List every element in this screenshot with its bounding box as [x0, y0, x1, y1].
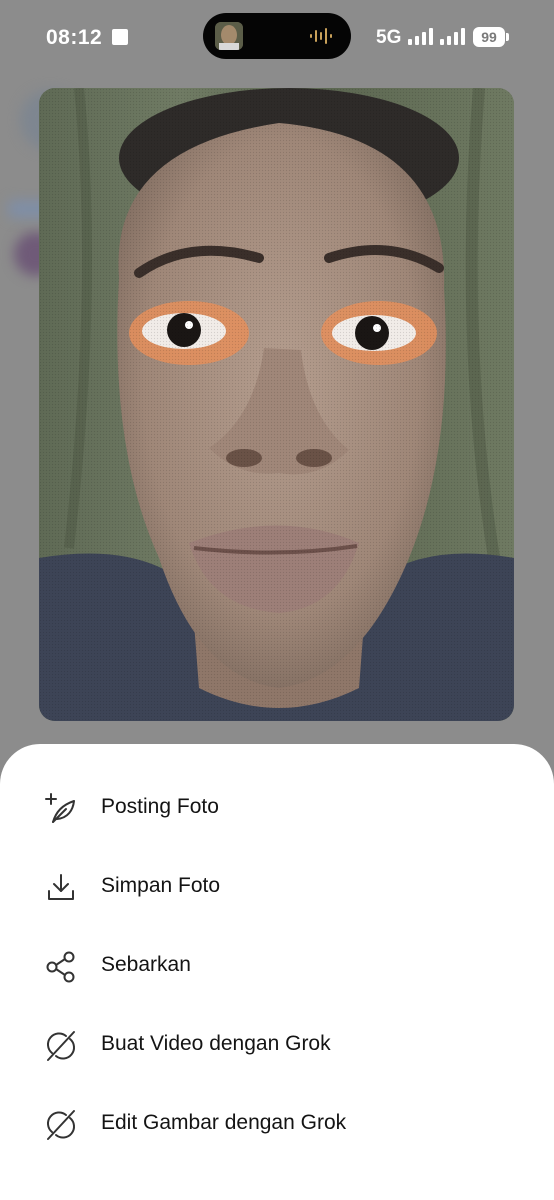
download-icon: [48, 874, 74, 900]
selfie-photo: [39, 88, 514, 721]
save-photo-item[interactable]: Simpan Foto: [0, 846, 554, 925]
post-photo-item[interactable]: Posting Foto: [0, 767, 554, 846]
status-bar: 08:12 5G 99: [0, 0, 554, 76]
photo-preview[interactable]: [39, 88, 514, 721]
clock: 08:12: [46, 26, 103, 49]
audio-wave-icon: [310, 28, 332, 44]
grok-edit-label: Edit Gambar dengan Grok: [101, 1111, 347, 1134]
signal-icon: [408, 28, 433, 45]
share-icon: [46, 951, 75, 983]
share-label: Sebarkan: [101, 953, 191, 976]
share-item[interactable]: Sebarkan: [0, 925, 554, 1004]
network-type: 5G: [376, 27, 402, 48]
grok-edit-item[interactable]: Edit Gambar dengan Grok: [0, 1083, 554, 1162]
action-sheet: Posting Foto Simpan Foto Sebarkan Buat V…: [0, 744, 554, 1200]
save-photo-label: Simpan Foto: [101, 874, 221, 897]
grok-icon: [47, 1031, 75, 1061]
screen-record-icon: [112, 29, 128, 45]
battery-icon: 99: [473, 27, 505, 47]
grok-icon-2: [47, 1110, 75, 1140]
dynamic-island[interactable]: [203, 13, 351, 59]
grok-video-label: Buat Video dengan Grok: [101, 1032, 331, 1055]
feather-plus-icon: [45, 793, 75, 823]
media-thumbnail: [215, 22, 243, 50]
post-photo-label: Posting Foto: [101, 795, 219, 818]
battery-tip: [506, 33, 509, 41]
grok-video-item[interactable]: Buat Video dengan Grok: [0, 1004, 554, 1083]
signal-icon-2: [440, 28, 465, 45]
